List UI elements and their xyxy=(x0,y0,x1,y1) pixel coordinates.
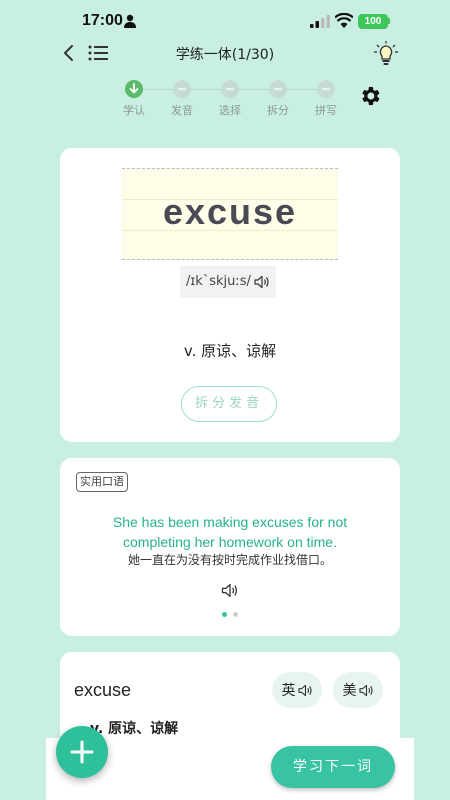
step-progress: 学认 发音 选择 拆分 拼写 xyxy=(112,80,352,120)
uk-pronunciation-button[interactable]: 英 xyxy=(272,672,322,708)
phonetic-text: /ɪkˋskjuːs/ xyxy=(186,274,251,289)
detail-word: excuse xyxy=(74,680,132,700)
battery-tip xyxy=(388,18,390,24)
step-dot xyxy=(173,80,191,98)
step-dot xyxy=(221,80,239,98)
step-label: 选择 xyxy=(219,104,241,117)
step-pronounce[interactable]: 发音 xyxy=(160,80,204,118)
sentence-english: She has been making excuses for not comp… xyxy=(112,514,348,550)
status-time: 17:00 xyxy=(82,12,123,29)
signal-icon xyxy=(310,15,330,28)
sentence-card: 实用口语 She has been making excuses for not… xyxy=(60,458,400,636)
step-learn[interactable]: 学认 xyxy=(112,80,156,118)
person-icon xyxy=(124,14,136,28)
detail-meaning: v. 原谅、谅解 xyxy=(90,721,179,737)
gear-icon[interactable] xyxy=(358,84,382,108)
phonetic-button[interactable]: /ɪkˋskjuːs/ xyxy=(180,266,276,298)
us-pronunciation-button[interactable]: 美 xyxy=(333,672,383,708)
speaker-icon xyxy=(254,275,269,289)
step-dot xyxy=(269,80,287,98)
word-meaning: v. 原谅、谅解 xyxy=(183,342,277,360)
speaker-icon[interactable] xyxy=(221,583,239,598)
step-label: 拆分 xyxy=(267,104,289,117)
speaker-icon xyxy=(358,684,373,696)
add-button[interactable] xyxy=(56,726,108,778)
spoken-tag: 实用口语 xyxy=(76,472,128,492)
word-text: excuse xyxy=(162,191,298,232)
pager-dot-active[interactable] xyxy=(222,612,227,617)
uk-label: 英 xyxy=(281,683,296,699)
step-dot xyxy=(317,80,335,98)
next-word-button[interactable]: 学习下一词 xyxy=(271,746,395,788)
pager-dot[interactable] xyxy=(233,612,238,617)
plus-icon xyxy=(70,740,94,764)
step-spell[interactable]: 拼写 xyxy=(304,80,348,118)
word-box: excuse xyxy=(122,168,338,260)
step-label: 发音 xyxy=(171,104,193,117)
sentence-pager xyxy=(222,612,238,617)
arrow-down-icon xyxy=(129,83,139,94)
speaker-icon xyxy=(297,684,312,696)
sentence-chinese: 她一直在为没有按时完成作业找借口。 xyxy=(127,553,332,567)
wifi-icon xyxy=(335,13,353,28)
word-card: excuse /ɪkˋskjuːs/ v. 原谅、谅解 拆分发音 xyxy=(60,148,400,442)
step-choose[interactable]: 选择 xyxy=(208,80,252,118)
bulb-icon[interactable] xyxy=(372,40,400,68)
battery-indicator: 100 xyxy=(358,14,388,29)
status-bar: 17:00 100 xyxy=(0,0,450,40)
step-split[interactable]: 拆分 xyxy=(256,80,300,118)
step-label: 学认 xyxy=(123,104,145,117)
split-pronunciation-button[interactable]: 拆分发音 xyxy=(181,386,277,422)
step-label: 拼写 xyxy=(315,104,337,117)
step-dot-active xyxy=(125,80,143,98)
us-label: 美 xyxy=(342,683,357,699)
